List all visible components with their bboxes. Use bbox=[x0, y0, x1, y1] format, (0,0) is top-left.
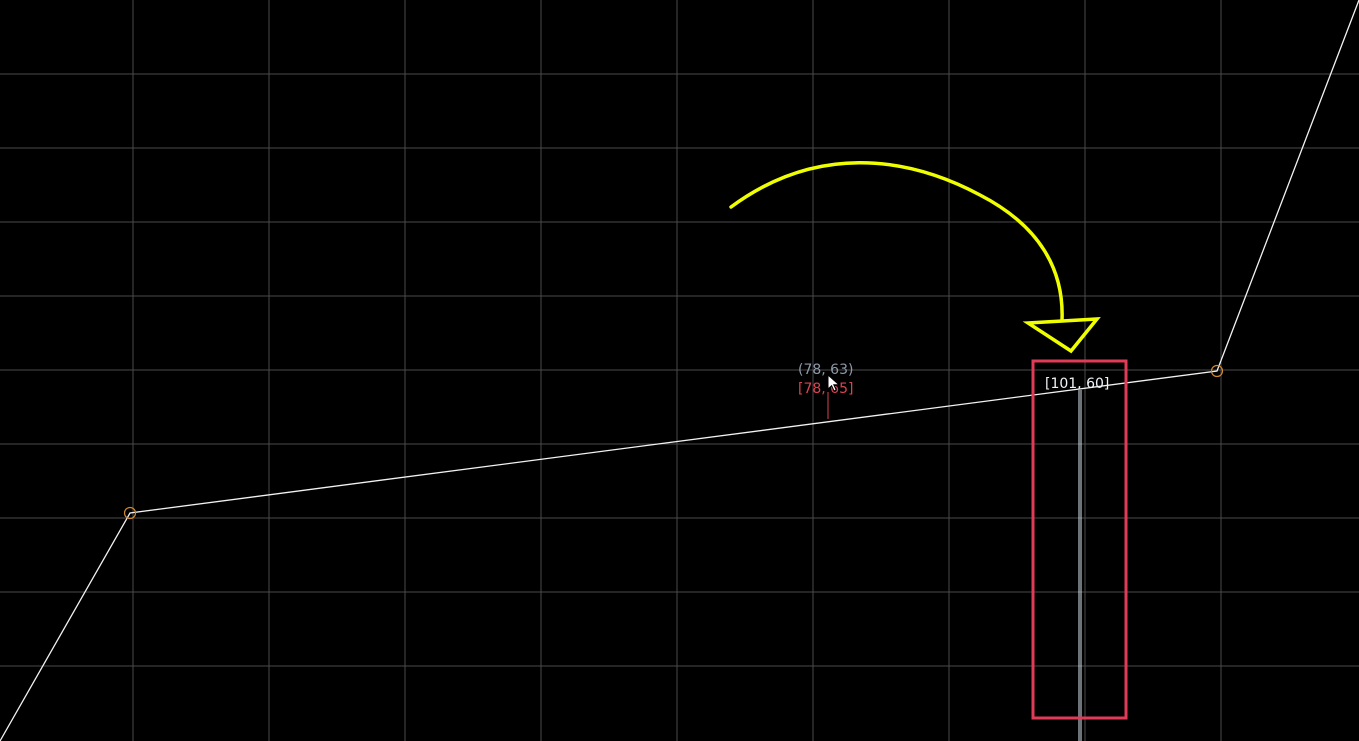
snapped-position-label: [78, 65] bbox=[798, 381, 854, 397]
mouse-pointer-icon bbox=[827, 374, 841, 392]
grid bbox=[0, 0, 1359, 741]
cursor-position-label: (78, 63) bbox=[798, 362, 854, 378]
selected-point-label: [101, 60] bbox=[1045, 376, 1110, 392]
curve-editor-canvas[interactable]: (78, 63) [78, 65] [101, 60] bbox=[0, 0, 1359, 741]
curve-editor-svg[interactable] bbox=[0, 0, 1359, 741]
annotation-arrowhead-icon bbox=[1022, 317, 1101, 354]
